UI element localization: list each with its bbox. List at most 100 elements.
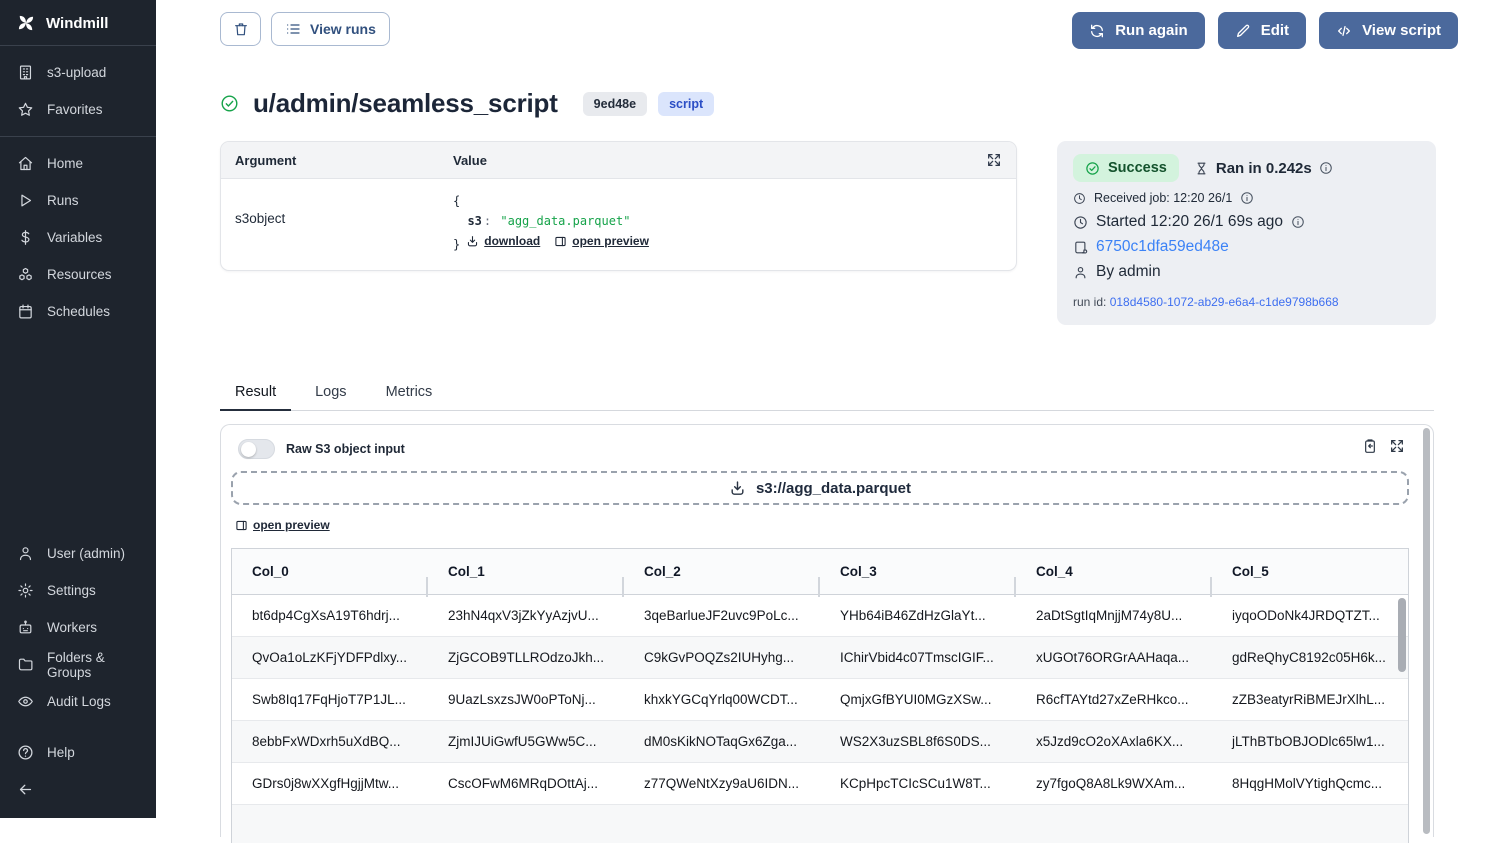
raw-s3-toggle[interactable] — [238, 439, 275, 459]
table-cell: QvOa1oLzKFjYDFPdlxy... — [232, 650, 428, 665]
sidebar-item-settings[interactable]: Settings — [0, 572, 156, 609]
home-icon — [17, 155, 34, 172]
table-header-row: Col_0Col_1Col_2Col_3Col_4Col_5 — [232, 549, 1408, 595]
gear-icon — [17, 582, 34, 599]
check-circle-icon — [1085, 161, 1100, 176]
sidebar-item-label: Audit Logs — [47, 694, 111, 709]
info-icon[interactable] — [1240, 191, 1254, 205]
sidebar-item-s3-upload[interactable]: s3-upload — [0, 54, 156, 91]
json-brace: { — [453, 194, 460, 208]
expand-result-icon[interactable] — [1389, 438, 1405, 454]
sidebar-item-schedules[interactable]: Schedules — [0, 293, 156, 330]
sidebar-item-label: Folders & Groups — [47, 650, 139, 680]
arrow-left-icon — [17, 781, 34, 798]
view-runs-button[interactable]: View runs — [271, 12, 390, 46]
received-job-row: Received job: 12:20 26/1 — [1073, 191, 1420, 205]
sidebar-item-label: Favorites — [47, 102, 103, 117]
table-cell: zy7fgoQ8A8Lk9WXAm... — [1016, 776, 1212, 791]
sidebar-item-label: User (admin) — [47, 546, 125, 561]
tab-metrics[interactable]: Metrics — [371, 376, 448, 410]
run-author-text: By admin — [1096, 263, 1161, 281]
table-cell: khxkYGCqYrlq00WCDT... — [624, 692, 820, 707]
success-check-icon — [220, 94, 239, 113]
tab-result[interactable]: Result — [220, 376, 291, 411]
run-status-card: Success Ran in 0.242s Received job: 12:2… — [1057, 141, 1436, 325]
table-cell: 3qeBarlueJF2uvc9PoLc... — [624, 608, 820, 623]
sidebar-item-resources[interactable]: Resources — [0, 256, 156, 293]
sidebar-pinned-group: s3-upload Favorites — [0, 46, 156, 136]
arguments-header: Argument Value — [221, 142, 1016, 179]
scroll-icon — [1073, 240, 1088, 255]
parquet-preview-table: Col_0Col_1Col_2Col_3Col_4Col_5 bt6dp4CgX… — [231, 548, 1409, 843]
title-row: u/admin/seamless_script 9ed48e script — [220, 88, 1458, 119]
table-cell: 23hN4qxV3jZkYyAzjvU... — [428, 608, 624, 623]
script-hash-badge: 9ed48e — [583, 92, 647, 116]
panel-preview-icon — [554, 235, 567, 248]
argument-column-header: Argument — [235, 153, 453, 168]
edit-label: Edit — [1261, 22, 1289, 39]
sidebar-item-workers[interactable]: Workers — [0, 609, 156, 646]
download-link[interactable]: download — [466, 232, 540, 252]
table-cell: GDrs0j8wXXgfHgjjMtw... — [232, 776, 428, 791]
folder-icon — [17, 656, 34, 673]
column-header-col_0: Col_0 — [232, 564, 428, 579]
table-cell: dM0sKikNOTaqGx6Zga... — [624, 734, 820, 749]
status-badge: Success — [1073, 154, 1179, 182]
sidebar-menu-group: Home Runs Variables ResourcesSchedules — [0, 137, 156, 338]
help-icon — [17, 744, 34, 761]
open-preview-link[interactable]: open preview — [554, 232, 649, 252]
robot-icon — [17, 619, 34, 636]
delete-button[interactable] — [220, 12, 261, 46]
sidebar: Windmill s3-upload Favorites Home Runs Vari… — [0, 0, 156, 818]
table-cell: bt6dp4CgXsA19T6hdrj... — [232, 608, 428, 623]
sidebar-item-favorites[interactable]: Favorites — [0, 91, 156, 128]
job-hash-link[interactable]: 6750c1dfa59ed48e — [1096, 238, 1229, 256]
copy-to-clipboard-icon[interactable] — [1362, 438, 1378, 454]
collapse-sidebar-button[interactable] — [0, 771, 156, 808]
table-cell: ZjmIJUiGwfU5GWw5C... — [428, 734, 624, 749]
table-cell: QmjxGfBYUI0MGzXSw... — [820, 692, 1016, 707]
app-brand[interactable]: Windmill — [0, 0, 156, 45]
script-type-badge: script — [658, 92, 714, 116]
sidebar-item-audit-logs[interactable]: Audit Logs — [0, 683, 156, 720]
table-row: 8ebbFxWDxrh5uXdBQ...ZjmIJUiGwfU5GWw5C...… — [232, 721, 1408, 763]
info-icon[interactable] — [1319, 161, 1333, 175]
column-header-col_2: Col_2 — [624, 564, 820, 579]
run-again-label: Run again — [1115, 22, 1188, 39]
app-title: Windmill — [46, 15, 108, 32]
info-icon[interactable] — [1291, 215, 1305, 229]
table-cell: 2aDtSgtIqMnjjM74y8U... — [1016, 608, 1212, 623]
raw-s3-toggle-label: Raw S3 object input — [286, 442, 405, 456]
sidebar-item-user-admin[interactable]: User (admin) — [0, 535, 156, 572]
open-preview-link[interactable]: open preview — [235, 518, 330, 532]
s3-file-download-button[interactable]: s3://agg_data.parquet — [231, 471, 1409, 505]
table-cell: C9kGvPOQZs2IUHyhg... — [624, 650, 820, 665]
table-cell: z77QWeNtXzy9aU6IDN... — [624, 776, 820, 791]
edit-button[interactable]: Edit — [1218, 12, 1306, 49]
star-icon — [17, 101, 34, 118]
run-again-button[interactable]: Run again — [1072, 12, 1205, 49]
column-header-col_1: Col_1 — [428, 564, 624, 579]
user-icon — [1073, 265, 1088, 280]
result-panel-scrollbar[interactable] — [1423, 428, 1430, 834]
job-hash-row: 6750c1dfa59ed48e — [1073, 238, 1420, 256]
expand-args-icon[interactable] — [986, 152, 1002, 168]
run-id-link[interactable]: 018d4580-1072-ab29-e6a4-c1de9798b668 — [1110, 295, 1339, 309]
view-script-button[interactable]: View script — [1319, 12, 1458, 49]
sidebar-item-label: Variables — [47, 230, 102, 245]
sidebar-item-home[interactable]: Home — [0, 145, 156, 182]
clock-icon — [1073, 192, 1086, 205]
sidebar-item-runs[interactable]: Runs — [0, 182, 156, 219]
argument-value-json: { s3: "agg_data.parquet" } download open… — [453, 192, 649, 255]
result-tabs: Result Logs Metrics — [220, 376, 1434, 411]
value-column-header: Value — [453, 153, 986, 168]
table-cell: gdReQhyC8192c05H6k... — [1212, 650, 1408, 665]
sidebar-item-folders-groups[interactable]: Folders & Groups — [0, 646, 156, 683]
tab-logs[interactable]: Logs — [300, 376, 361, 410]
table-scrollbar[interactable] — [1398, 598, 1406, 672]
sidebar-item-help[interactable]: Help — [0, 734, 156, 771]
download-label: download — [484, 232, 540, 252]
result-panel: Raw S3 object input s3://agg_data.parque… — [220, 424, 1434, 837]
sidebar-item-variables[interactable]: Variables — [0, 219, 156, 256]
sidebar-item-label: Home — [47, 156, 83, 171]
